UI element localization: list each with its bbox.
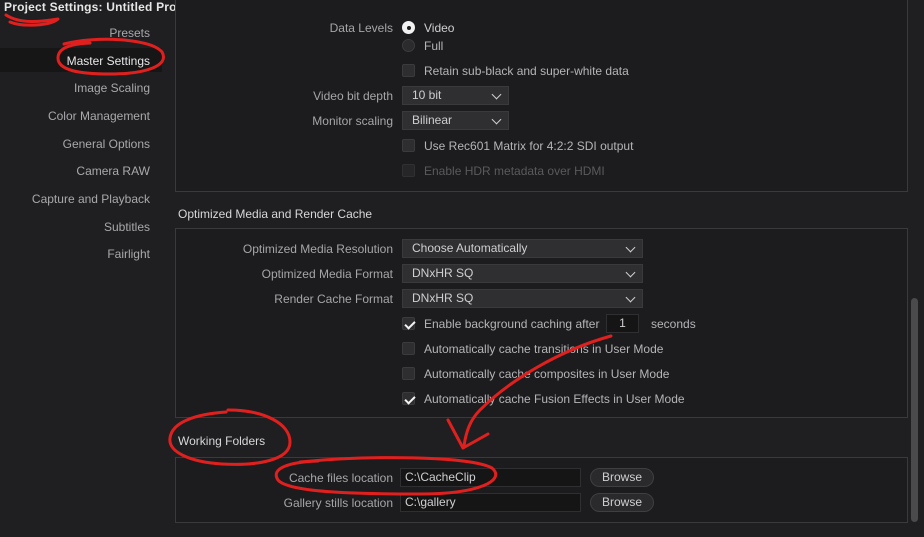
render-cache-format-dropdown[interactable]: DNxHR SQ bbox=[402, 289, 643, 308]
working-folders-section-title: Working Folders bbox=[178, 434, 266, 448]
bg-caching-seconds-input[interactable]: 1 bbox=[606, 314, 639, 333]
retain-data-checkbox[interactable] bbox=[402, 64, 415, 77]
bg-caching-label: Enable background caching after bbox=[424, 317, 600, 331]
data-levels-video-radio[interactable] bbox=[402, 21, 415, 34]
sidebar-item-master-settings[interactable]: Master Settings bbox=[0, 54, 150, 68]
optimized-resolution-value: Choose Automatically bbox=[412, 241, 528, 255]
data-levels-label: Data Levels bbox=[329, 21, 393, 35]
gallery-location-input[interactable]: C:\gallery bbox=[400, 493, 581, 512]
annotation-title-underline bbox=[4, 13, 60, 27]
sidebar-item-color-management[interactable]: Color Management bbox=[0, 109, 150, 123]
chevron-down-icon bbox=[625, 242, 636, 253]
rec601-label: Use Rec601 Matrix for 4:2:2 SDI output bbox=[424, 139, 634, 153]
cache-fusion-label: Automatically cache Fusion Effects in Us… bbox=[424, 392, 685, 406]
optimized-format-label: Optimized Media Format bbox=[261, 267, 393, 281]
optimized-resolution-dropdown[interactable]: Choose Automatically bbox=[402, 239, 643, 258]
data-levels-video-label: Video bbox=[424, 21, 455, 35]
gallery-location-label: Gallery stills location bbox=[283, 496, 393, 510]
sidebar-item-fairlight[interactable]: Fairlight bbox=[0, 247, 150, 261]
bit-depth-dropdown[interactable]: 10 bit bbox=[402, 86, 509, 105]
cache-location-input[interactable]: C:\CacheClip bbox=[400, 468, 581, 487]
sidebar-item-subtitles[interactable]: Subtitles bbox=[0, 220, 150, 234]
cache-composites-label: Automatically cache composites in User M… bbox=[424, 367, 670, 381]
cache-location-label: Cache files location bbox=[288, 471, 393, 485]
monitor-scaling-dropdown[interactable]: Bilinear bbox=[402, 111, 509, 130]
render-cache-format-value: DNxHR SQ bbox=[412, 291, 474, 305]
chevron-down-icon bbox=[625, 292, 636, 303]
scrollbar-thumb[interactable] bbox=[911, 298, 918, 522]
cache-transitions-checkbox[interactable] bbox=[402, 342, 415, 355]
data-levels-full-label: Full bbox=[424, 39, 444, 53]
chevron-down-icon bbox=[491, 89, 502, 100]
monitor-scaling-value: Bilinear bbox=[412, 113, 453, 127]
window-title: Project Settings: Untitled Project bbox=[4, 0, 199, 14]
sidebar-item-image-scaling[interactable]: Image Scaling bbox=[0, 81, 150, 95]
chevron-down-icon bbox=[625, 267, 636, 278]
annotation-arrow-head bbox=[446, 418, 490, 450]
bit-depth-value: 10 bit bbox=[412, 88, 442, 102]
cache-composites-checkbox[interactable] bbox=[402, 367, 415, 380]
gallery-location-browse-button[interactable]: Browse bbox=[590, 493, 654, 512]
bg-caching-checkbox[interactable] bbox=[402, 317, 415, 330]
sidebar-item-capture-playback[interactable]: Capture and Playback bbox=[0, 192, 150, 206]
optimized-resolution-label: Optimized Media Resolution bbox=[242, 242, 393, 256]
optimized-format-value: DNxHR SQ bbox=[412, 266, 474, 280]
hdr-metadata-checkbox bbox=[402, 164, 415, 177]
cache-location-browse-button[interactable]: Browse bbox=[590, 468, 654, 487]
working-folders-panel bbox=[175, 457, 908, 523]
cache-transitions-label: Automatically cache transitions in User … bbox=[424, 342, 664, 356]
monitor-scaling-label: Monitor scaling bbox=[312, 114, 393, 128]
bit-depth-label: Video bit depth bbox=[313, 89, 393, 103]
chevron-down-icon bbox=[491, 114, 502, 125]
optimized-media-section-title: Optimized Media and Render Cache bbox=[178, 207, 373, 221]
data-levels-full-radio[interactable] bbox=[402, 39, 415, 52]
sidebar-item-camera-raw[interactable]: Camera RAW bbox=[0, 164, 150, 178]
optimized-format-dropdown[interactable]: DNxHR SQ bbox=[402, 264, 643, 283]
render-cache-format-label: Render Cache Format bbox=[274, 292, 393, 306]
sidebar-item-presets[interactable]: Presets bbox=[0, 26, 150, 40]
retain-data-label: Retain sub-black and super-white data bbox=[424, 64, 629, 78]
seconds-label: seconds bbox=[651, 317, 696, 331]
hdr-metadata-label: Enable HDR metadata over HDMI bbox=[424, 164, 605, 178]
cache-fusion-checkbox[interactable] bbox=[402, 392, 415, 405]
rec601-checkbox[interactable] bbox=[402, 139, 415, 152]
sidebar-item-general-options[interactable]: General Options bbox=[0, 137, 150, 151]
